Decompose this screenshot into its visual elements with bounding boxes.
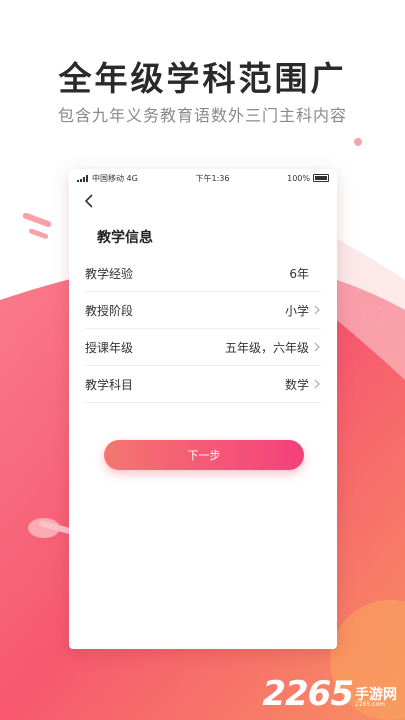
row-label: 授课年级 bbox=[85, 340, 134, 355]
chevron-right-icon bbox=[314, 342, 320, 352]
row-label: 教学科目 bbox=[85, 377, 134, 392]
phone-mockup: 中国移动 4G 下午1:36 100% 教学信息 教学经验 6年 教授阶段 小学 bbox=[69, 169, 337, 649]
next-step-button[interactable]: 下一步 bbox=[104, 440, 304, 470]
row-value: 五年级，六年级 bbox=[224, 340, 309, 355]
row-teaching-stage[interactable]: 教授阶段 小学 bbox=[85, 292, 321, 329]
section-title: 教学信息 bbox=[97, 230, 153, 246]
battery-percent: 100% bbox=[287, 173, 310, 183]
row-label: 教学经验 bbox=[85, 266, 134, 281]
battery-icon bbox=[313, 174, 329, 182]
carrier-label: 中国移动 4G bbox=[92, 173, 138, 183]
chevron-right-icon bbox=[314, 305, 320, 315]
status-bar: 中国移动 4G 下午1:36 100% bbox=[69, 169, 337, 187]
chevron-right-icon bbox=[314, 379, 320, 389]
watermark-text: 手游网 bbox=[355, 687, 397, 703]
chevron-left-icon bbox=[84, 194, 93, 208]
row-teaching-experience[interactable]: 教学经验 6年 bbox=[85, 255, 321, 292]
row-grades[interactable]: 授课年级 五年级，六年级 bbox=[85, 329, 321, 366]
back-button[interactable] bbox=[79, 191, 99, 211]
teaching-info-list: 教学经验 6年 教授阶段 小学 授课年级 五年级，六年级 教学科目 数学 bbox=[85, 255, 321, 403]
row-subject[interactable]: 教学科目 数学 bbox=[85, 366, 321, 403]
watermark-url: 2265.com bbox=[355, 701, 385, 708]
row-value: 小学 bbox=[284, 303, 309, 318]
watermark-logo: 2265 手游网 2265.com bbox=[262, 674, 397, 714]
row-value: 6年 bbox=[289, 266, 309, 281]
signal-icon bbox=[77, 174, 88, 182]
row-value: 数学 bbox=[284, 377, 309, 392]
promo-headline: 全年级学科范围广 bbox=[58, 59, 347, 98]
watermark-number: 2265 bbox=[262, 674, 354, 714]
status-time: 下午1:36 bbox=[195, 173, 230, 183]
promo-subheadline: 包含九年义务教育语数外三门主科内容 bbox=[57, 106, 347, 125]
row-label: 教授阶段 bbox=[85, 303, 134, 318]
